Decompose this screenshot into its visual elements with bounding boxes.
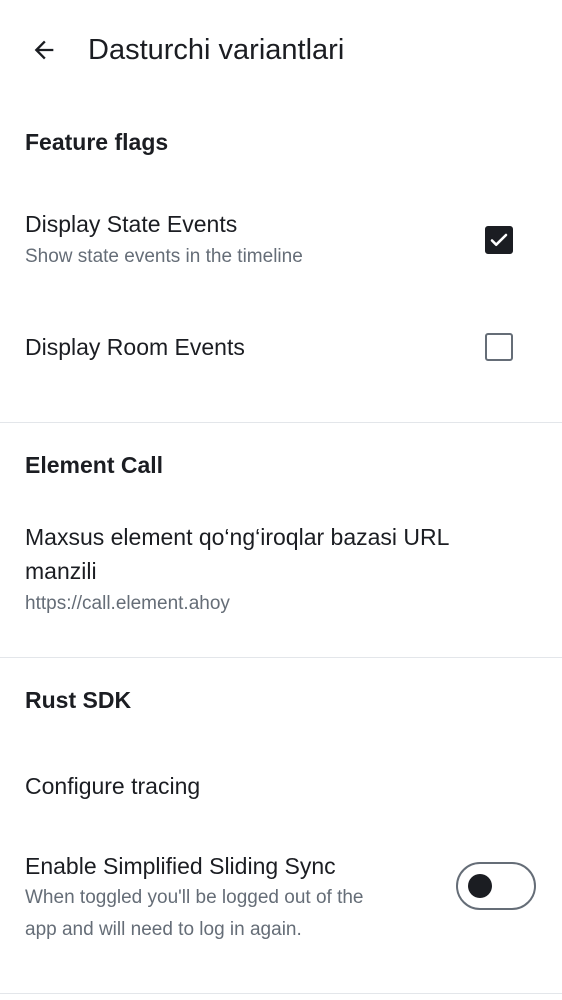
section-divider — [0, 657, 562, 658]
configure-tracing-label: Configure tracing — [25, 773, 201, 799]
simplified-sliding-sync-description-line1: When toggled you'll be logged out of the — [25, 887, 364, 908]
arrow-left-icon — [34, 40, 54, 60]
simplified-sliding-sync-description-line2: app and will need to log in again. — [25, 919, 302, 940]
simplified-sliding-sync-toggle[interactable] — [456, 862, 536, 910]
section-divider — [0, 422, 562, 423]
toggle-knob — [468, 874, 492, 898]
custom-element-call-url-row[interactable]: Maxsus element qo‘ng‘iroqlar bazasi URL … — [0, 515, 562, 625]
top-app-bar: Dasturchi variantlari — [0, 0, 562, 100]
display-state-events-description: Show state events in the timeline — [25, 246, 303, 267]
display-room-events-row[interactable]: Display Room Events — [0, 312, 562, 382]
section-title-feature-flags: Feature flags — [25, 129, 169, 155]
display-room-events-checkbox[interactable] — [485, 333, 513, 361]
page-title: Dasturchi variantlari — [88, 34, 345, 66]
back-button[interactable] — [22, 28, 66, 72]
display-state-events-row[interactable]: Display State Events Show state events i… — [0, 198, 562, 288]
section-divider — [0, 993, 562, 994]
display-room-events-label: Display Room Events — [25, 334, 245, 360]
simplified-sliding-sync-row[interactable]: Enable Simplified Sliding Sync When togg… — [0, 840, 562, 950]
checkmark-icon — [490, 233, 508, 246]
display-state-events-checkbox[interactable] — [485, 226, 513, 254]
custom-url-value: https://call.element.ahoy — [25, 593, 230, 614]
display-state-events-label: Display State Events — [25, 211, 238, 237]
configure-tracing-row[interactable]: Configure tracing — [0, 750, 562, 822]
simplified-sliding-sync-label: Enable Simplified Sliding Sync — [25, 853, 336, 879]
section-title-rust-sdk: Rust SDK — [25, 687, 132, 713]
custom-url-label-line2: manzili — [25, 558, 97, 584]
custom-url-label-line1: Maxsus element qo‘ng‘iroqlar bazasi URL — [25, 524, 450, 550]
section-title-element-call: Element Call — [25, 452, 164, 478]
